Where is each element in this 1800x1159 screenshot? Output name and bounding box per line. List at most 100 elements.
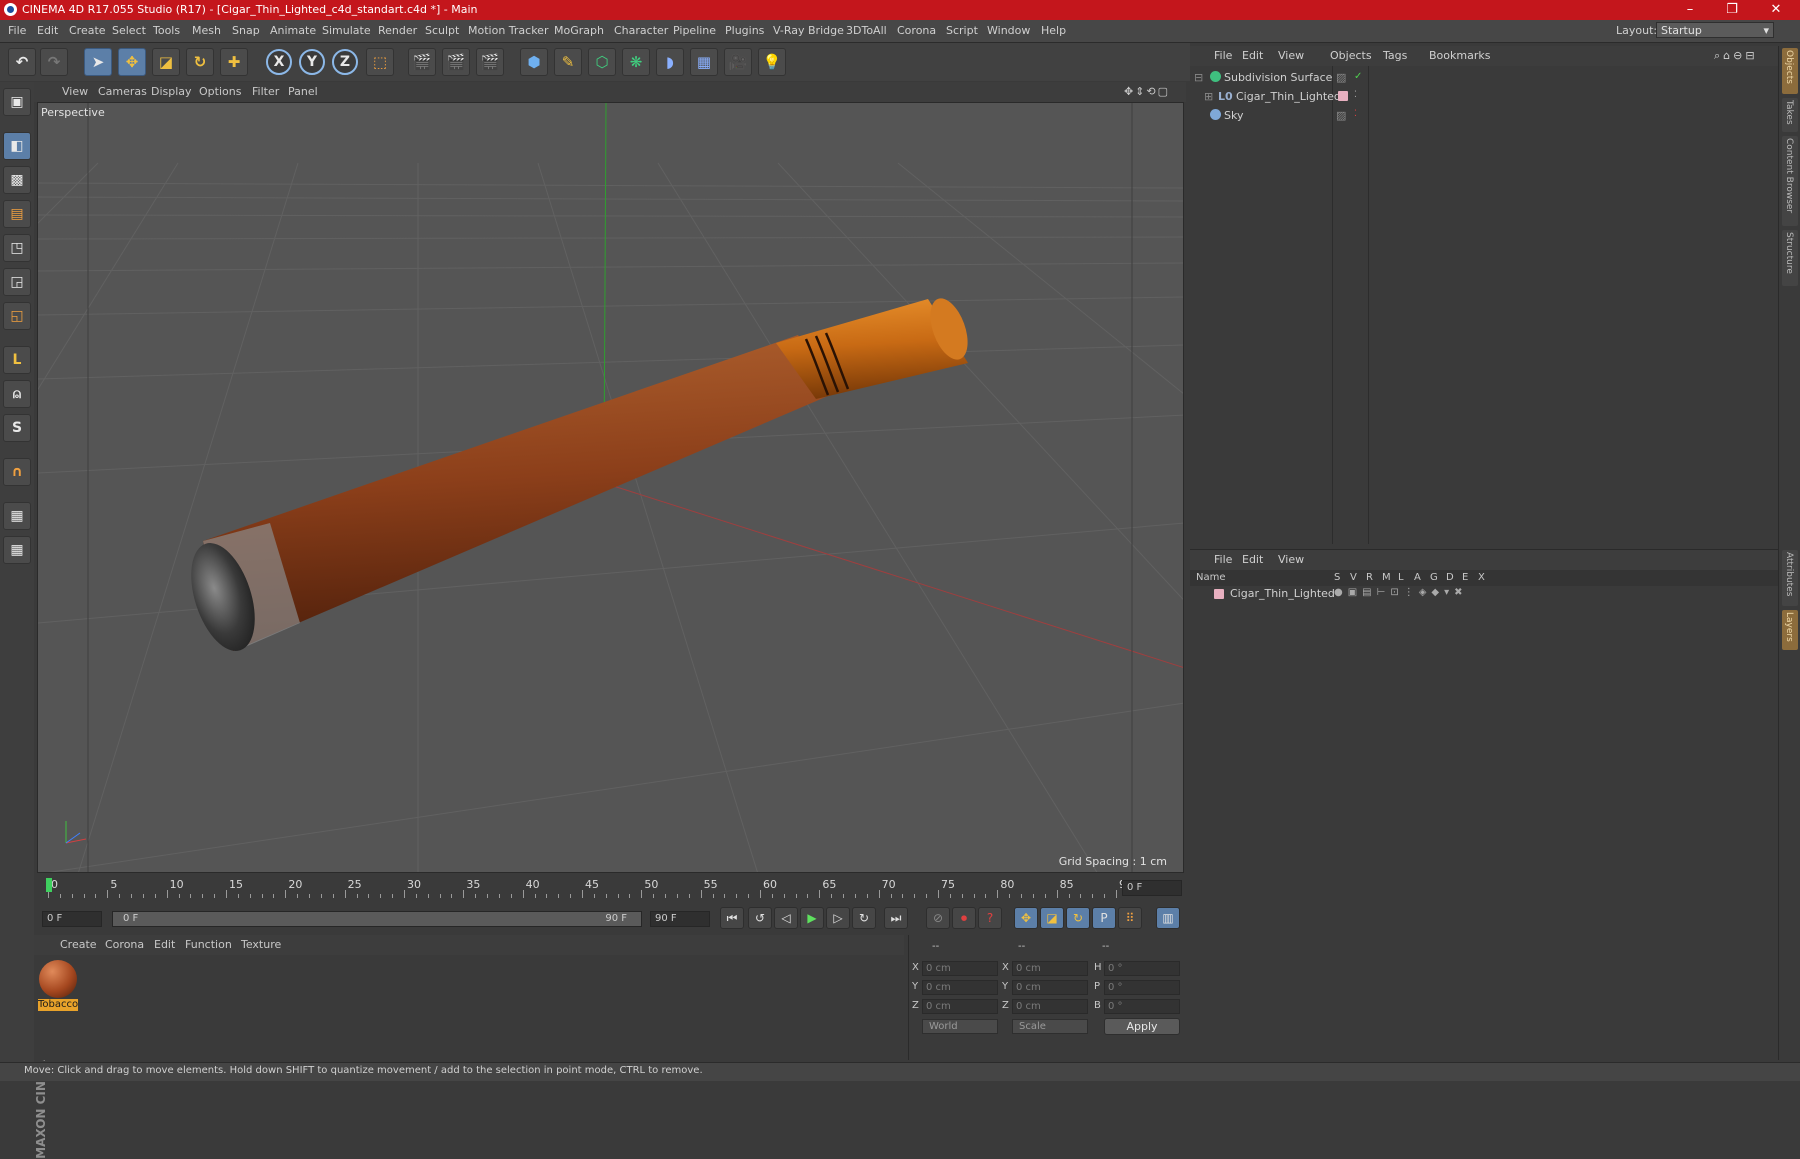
next-key-button[interactable]: ↻	[852, 907, 876, 929]
maximize-button[interactable]: ❐	[1712, 0, 1752, 20]
viewport-menu-options[interactable]: Options	[199, 85, 241, 98]
model-mode-button[interactable]: ◧	[3, 132, 31, 160]
size-x-field[interactable]: 0 cm	[1012, 961, 1088, 976]
recent-tool-button[interactable]: ✚	[220, 48, 248, 76]
visibility-toggle-icon[interactable]: ▨	[1336, 109, 1346, 122]
render-dots-icon[interactable]: ⁚	[1354, 109, 1357, 119]
visibility-dots-icon[interactable]: ⁚	[1354, 90, 1357, 100]
start-frame-field[interactable]: 0 F	[42, 911, 102, 927]
lock-workplane-button[interactable]: ▦	[3, 502, 31, 530]
coordinate-mode-dropdown[interactable]: Scale	[1012, 1019, 1088, 1034]
add-camera-button[interactable]: 🎥	[724, 48, 752, 76]
object-row-cigar-thin-lighted[interactable]: ⊞ L0 Cigar_Thin_Lighted ⁚	[1190, 87, 1778, 105]
layer-color-swatch[interactable]	[1338, 91, 1348, 101]
viewport-menu-view[interactable]: View	[62, 85, 88, 98]
menu-vray-bridge[interactable]: V-Ray Bridge	[773, 24, 844, 37]
current-frame-field[interactable]: 0 F	[1122, 880, 1182, 896]
menu-motion-tracker[interactable]: Motion Tracker	[468, 24, 548, 37]
object-row-sky[interactable]: Sky ▨ ⁚	[1190, 106, 1778, 124]
material-menu-texture[interactable]: Texture	[241, 938, 281, 951]
size-z-field[interactable]: 0 cm	[1012, 999, 1088, 1014]
menu-simulate[interactable]: Simulate	[322, 24, 371, 37]
record-active-button[interactable]: ⏺	[952, 907, 976, 929]
autokey-button[interactable]: ?	[978, 907, 1002, 929]
menu-plugins[interactable]: Plugins	[725, 24, 764, 37]
enabled-check-icon[interactable]: ✓	[1354, 71, 1362, 82]
tab-takes[interactable]: Takes	[1782, 98, 1798, 132]
add-light-button[interactable]: 💡	[758, 48, 786, 76]
expand-toggle-icon[interactable]: ⊟	[1194, 71, 1203, 84]
make-editable-button[interactable]: ▣	[3, 88, 31, 116]
timeline-window-button[interactable]: ▥	[1156, 907, 1180, 929]
add-cube-button[interactable]: ⬢	[520, 48, 548, 76]
layer-flag-icons[interactable]: ●▣▤⊢⊡⋮◈◆▾✖	[1334, 587, 1468, 598]
previous-frame-button[interactable]: ◁	[774, 907, 798, 929]
menu-file[interactable]: File	[8, 24, 26, 37]
add-mograph-button[interactable]: ❋	[622, 48, 650, 76]
planar-workplane-button[interactable]: ▦	[3, 536, 31, 564]
previous-key-button[interactable]: ↺	[748, 907, 772, 929]
menu-select[interactable]: Select	[112, 24, 146, 37]
menu-sculpt[interactable]: Sculpt	[425, 24, 459, 37]
edges-mode-button[interactable]: ◲	[3, 268, 31, 296]
viewport-menu-panel[interactable]: Panel	[288, 85, 318, 98]
object-menu-bookmarks[interactable]: Bookmarks	[1429, 49, 1490, 62]
tweak-mode-button[interactable]: ⍝	[3, 380, 31, 408]
pos-z-field[interactable]: 0 cm	[922, 999, 998, 1014]
rot-b-field[interactable]: 0 °	[1104, 999, 1180, 1014]
pos-x-field[interactable]: 0 cm	[922, 961, 998, 976]
menu-corona[interactable]: Corona	[897, 24, 936, 37]
menu-mograph[interactable]: MoGraph	[554, 24, 604, 37]
menu-pipeline[interactable]: Pipeline	[673, 24, 716, 37]
material-menu-corona[interactable]: Corona	[105, 938, 144, 951]
move-tool-button[interactable]: ✥	[118, 48, 146, 76]
undo-button[interactable]: ↶	[8, 48, 36, 76]
live-selection-button[interactable]: ➤	[84, 48, 112, 76]
size-y-field[interactable]: 0 cm	[1012, 980, 1088, 995]
menu-3dtoall[interactable]: 3DToAll	[846, 24, 887, 37]
layer-menu-file[interactable]: File	[1214, 553, 1232, 566]
z-axis-toggle[interactable]: Z	[332, 49, 358, 75]
object-menu-edit[interactable]: Edit	[1242, 49, 1263, 62]
viewport-menu-filter[interactable]: Filter	[252, 85, 279, 98]
material-menu-create[interactable]: Create	[60, 938, 97, 951]
menu-render[interactable]: Render	[378, 24, 417, 37]
key-scale-button[interactable]: ◪	[1040, 907, 1064, 929]
end-frame-field[interactable]: 90 F	[650, 911, 710, 927]
timeline[interactable]: 051015202530354045505560657075808590 0 F	[34, 874, 1186, 902]
object-menu-file[interactable]: File	[1214, 49, 1232, 62]
tab-content-browser[interactable]: Content Browser	[1782, 136, 1798, 226]
record-keys-disabled-button[interactable]: ⊘	[926, 907, 950, 929]
viewport-menu-display[interactable]: Display	[151, 85, 192, 98]
menu-script[interactable]: Script	[946, 24, 978, 37]
frame-range-slider[interactable]: 0 F 90 F	[112, 911, 642, 927]
key-parameter-button[interactable]: P	[1092, 907, 1116, 929]
rot-h-field[interactable]: 0 °	[1104, 961, 1180, 976]
add-deformer-button[interactable]: ◗	[656, 48, 684, 76]
menu-edit[interactable]: Edit	[37, 24, 58, 37]
axis-mode-button[interactable]: L	[3, 346, 31, 374]
close-button[interactable]: ✕	[1756, 0, 1796, 20]
key-position-button[interactable]: ✥	[1014, 907, 1038, 929]
rot-p-field[interactable]: 0 °	[1104, 980, 1180, 995]
object-manager-nav-icons[interactable]: ⌕⌂⊖⊟	[1714, 49, 1758, 63]
texture-mode-button[interactable]: ▩	[3, 166, 31, 194]
tab-layers[interactable]: Layers	[1782, 610, 1798, 650]
expand-toggle-icon[interactable]: ⊞	[1204, 90, 1213, 103]
layer-color-swatch[interactable]	[1214, 589, 1224, 599]
go-to-start-button[interactable]: ⏮	[720, 907, 744, 929]
add-floor-button[interactable]: ▦	[690, 48, 718, 76]
tab-objects[interactable]: Objects	[1782, 48, 1798, 94]
viewport-nav-icons[interactable]: ✥⇕⟲▢	[1124, 85, 1170, 98]
material-menu-edit[interactable]: Edit	[154, 938, 175, 951]
workplane-mode-button[interactable]: ▤	[3, 200, 31, 228]
snap-button[interactable]: S	[3, 414, 31, 442]
material-menu-function[interactable]: Function	[185, 938, 232, 951]
menu-help[interactable]: Help	[1041, 24, 1066, 37]
menu-window[interactable]: Window	[987, 24, 1030, 37]
key-rotation-button[interactable]: ↻	[1066, 907, 1090, 929]
redo-button[interactable]: ↷	[40, 48, 68, 76]
scale-tool-button[interactable]: ◪	[152, 48, 180, 76]
polygons-mode-button[interactable]: ◱	[3, 302, 31, 330]
material-swatch[interactable]: Tobacco	[38, 959, 78, 1011]
